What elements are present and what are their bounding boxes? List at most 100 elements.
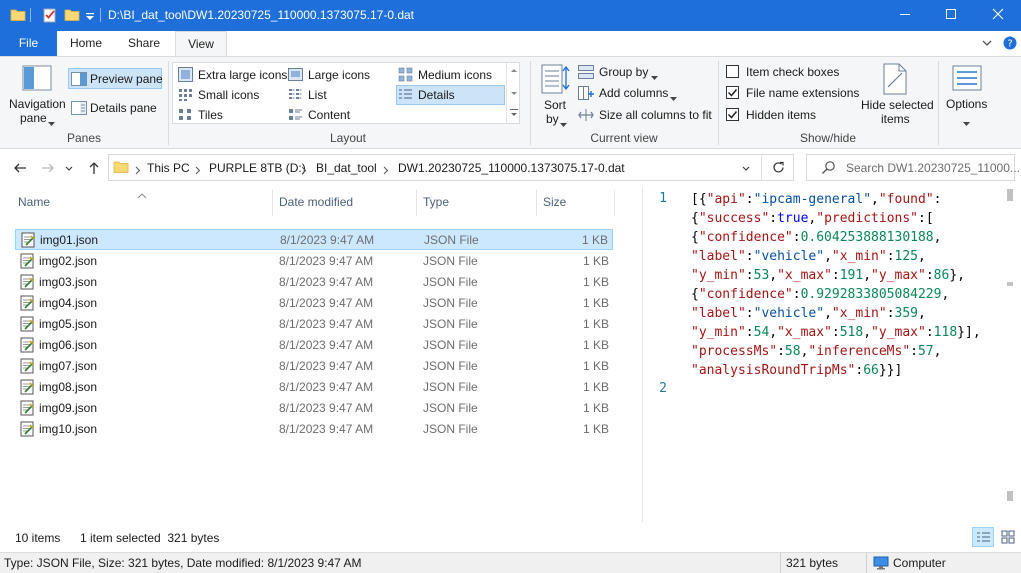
sort-by-label-2: by — [546, 112, 559, 126]
hide-selected-label-2: items — [881, 112, 910, 126]
minimize-button[interactable] — [882, 0, 928, 31]
address-bar[interactable]: This PC PURPLE 8TB (D:) BI_dat_tool DW1.… — [108, 154, 794, 181]
details-pane-button[interactable]: Details pane — [69, 98, 161, 119]
layout-content[interactable]: Content — [286, 105, 394, 124]
chevron-down-icon — [560, 117, 567, 131]
column-header-name[interactable]: Name — [18, 195, 50, 209]
file-row[interactable]: img08.json 8/1/2023 9:47 AM JSON File 1 KB — [15, 377, 613, 398]
preview-scrollbar-thumb[interactable] — [1007, 189, 1013, 201]
large-icons-view-button[interactable] — [997, 527, 1019, 547]
breadcrumb-this-pc[interactable]: This PC — [147, 161, 190, 175]
item-check-boxes-toggle[interactable]: Item check boxes — [724, 62, 858, 82]
layout-large-icons[interactable]: Large icons — [286, 65, 394, 84]
file-row[interactable]: img01.json 8/1/2023 9:47 AM JSON File 1 KB — [15, 229, 613, 250]
group-divider — [938, 61, 939, 145]
json-file-icon — [19, 274, 35, 290]
help-icon[interactable]: ? — [1003, 36, 1017, 50]
file-date-modified: 8/1/2023 9:47 AM — [279, 401, 374, 415]
customize-qat-icon[interactable] — [84, 7, 100, 23]
file-row[interactable]: img09.json 8/1/2023 9:47 AM JSON File 1 KB — [15, 398, 613, 419]
search-box[interactable]: Search DW1.20230725_11000... — [806, 154, 1020, 181]
code-line: {"confidence":0.604253888130188, — [691, 230, 942, 245]
hide-selected-items-button[interactable]: Hide selected items — [858, 61, 934, 127]
layout-small-icons[interactable]: Small icons — [176, 85, 286, 104]
layout-tiles[interactable]: Tiles — [176, 105, 286, 124]
file-row[interactable]: img02.json 8/1/2023 9:47 AM JSON File 1 KB — [15, 251, 613, 272]
back-button[interactable] — [12, 160, 28, 179]
checkbox-checked-icon — [726, 108, 739, 124]
breadcrumb-separator-icon[interactable] — [383, 164, 389, 178]
properties-icon[interactable] — [42, 7, 58, 23]
layout-list[interactable]: List — [286, 85, 394, 104]
column-header-size[interactable]: Size — [543, 195, 566, 209]
breadcrumb-separator-icon[interactable] — [301, 164, 307, 178]
file-name-extensions-toggle[interactable]: File name extensions — [724, 83, 859, 103]
close-button[interactable] — [975, 0, 1021, 31]
json-file-icon — [19, 421, 35, 437]
breadcrumb-drive[interactable]: PURPLE 8TB (D:) — [209, 161, 306, 175]
group-divider — [530, 61, 531, 145]
navigation-pane-button[interactable]: Navigation pane — [6, 61, 68, 127]
maximize-button[interactable] — [928, 0, 974, 31]
file-row[interactable]: img04.json 8/1/2023 9:47 AM JSON File 1 KB — [15, 293, 613, 314]
file-row[interactable]: img06.json 8/1/2023 9:47 AM JSON File 1 KB — [15, 335, 613, 356]
refresh-button[interactable] — [771, 160, 786, 178]
details-view-icon — [976, 530, 991, 547]
recent-locations-button[interactable] — [64, 163, 74, 177]
layout-gallery-scroll[interactable] — [506, 63, 520, 123]
file-size: 1 KB — [582, 422, 609, 436]
column-divider[interactable] — [536, 190, 537, 216]
tab-share[interactable]: Share — [120, 31, 168, 56]
sort-by-button[interactable]: Sort by — [537, 61, 575, 127]
status-divider — [866, 553, 867, 573]
group-by-button[interactable]: Group by — [578, 62, 718, 82]
new-folder-icon[interactable] — [64, 7, 80, 23]
preview-pane-button[interactable]: Preview pane — [68, 68, 163, 89]
group-divider — [718, 61, 719, 145]
json-file-icon — [20, 232, 36, 248]
layout-medium-icons[interactable]: Medium icons — [396, 65, 502, 84]
file-type: JSON File — [423, 422, 478, 436]
tab-home[interactable]: Home — [62, 31, 110, 56]
file-name: img03.json — [39, 275, 98, 289]
file-row[interactable]: img10.json 8/1/2023 9:47 AM JSON File 1 KB — [15, 419, 613, 440]
tab-view[interactable]: View — [175, 31, 227, 57]
layout-extra-large-icons[interactable]: Extra large icons — [176, 65, 287, 84]
up-arrow-icon — [86, 162, 102, 179]
file-row[interactable]: img05.json 8/1/2023 9:47 AM JSON File 1 KB — [15, 314, 613, 335]
details-icon — [398, 87, 413, 105]
file-row[interactable]: img07.json 8/1/2023 9:47 AM JSON File 1 KB — [15, 356, 613, 377]
options-button[interactable]: Options — [943, 61, 991, 127]
hidden-items-toggle[interactable]: Hidden items — [724, 105, 858, 125]
expand-ribbon-icon[interactable] — [980, 36, 994, 50]
address-history-button[interactable] — [741, 163, 751, 177]
file-row[interactable]: img03.json 8/1/2023 9:47 AM JSON File 1 KB — [15, 272, 613, 293]
forward-button[interactable] — [40, 160, 56, 179]
size-all-columns-button[interactable]: Size all columns to fit — [578, 105, 718, 125]
medium-icons-icon — [398, 67, 413, 85]
tab-file[interactable]: File — [0, 31, 57, 56]
column-divider[interactable] — [416, 190, 417, 216]
breadcrumb-folder[interactable]: BI_dat_tool — [316, 161, 377, 175]
breadcrumb-separator-icon[interactable] — [135, 164, 141, 178]
large-icons-label: Large icons — [308, 68, 371, 82]
column-header-date-modified[interactable]: Date modified — [279, 195, 353, 209]
list-icon — [288, 87, 303, 105]
column-header-type[interactable]: Type — [423, 195, 449, 209]
breadcrumb-separator-icon[interactable] — [195, 164, 201, 178]
add-columns-button[interactable]: Add columns — [578, 83, 718, 103]
layout-gallery: Extra large icons Large icons Medium ico… — [172, 62, 520, 124]
breadcrumb-current[interactable]: DW1.20230725_110000.1373075.17-0.dat — [398, 161, 625, 175]
current-view-group-label: Current view — [590, 131, 658, 145]
layout-details[interactable]: Details — [396, 85, 505, 105]
folder-icon — [113, 159, 129, 178]
file-size: 1 KB — [582, 380, 609, 394]
sort-ascending-icon — [137, 188, 147, 202]
up-button[interactable] — [86, 160, 102, 179]
search-input[interactable]: Search DW1.20230725_11000... — [846, 161, 1020, 175]
preview-pane-label: Preview pane — [90, 72, 163, 86]
code-line: "y_min":54,"x_max":518,"y_max":118}], — [691, 325, 981, 340]
details-view-button[interactable] — [972, 527, 994, 547]
column-divider[interactable] — [272, 190, 273, 216]
column-divider[interactable] — [614, 190, 615, 216]
